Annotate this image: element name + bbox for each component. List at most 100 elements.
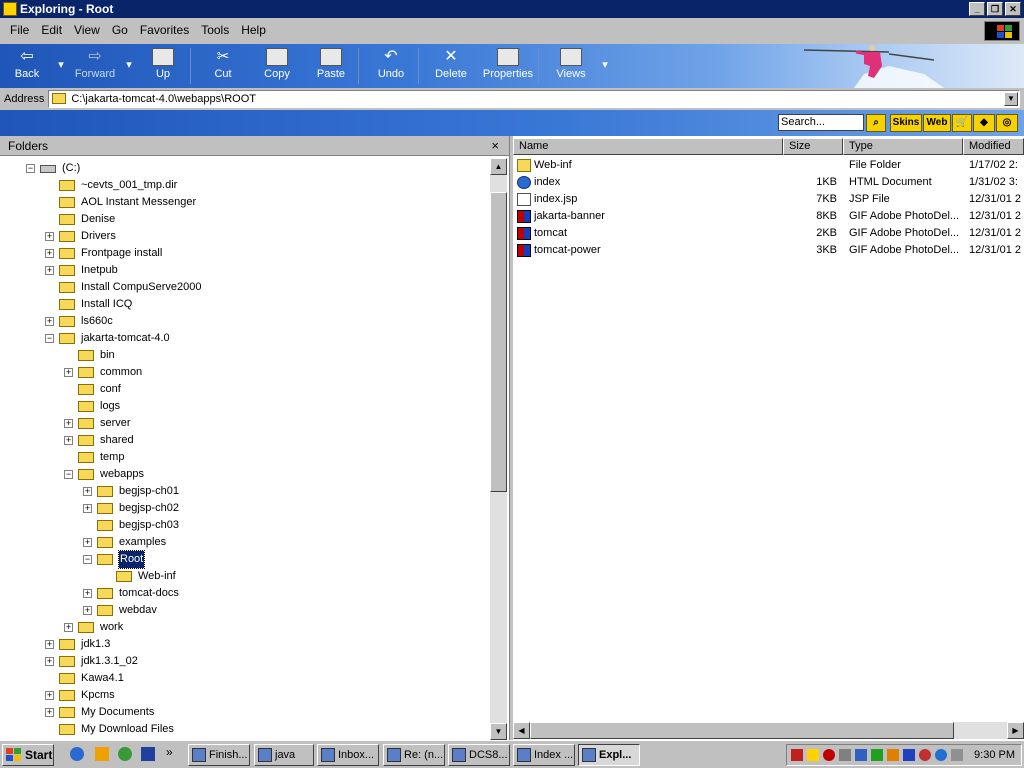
highlighter-icon[interactable]: ◆ [973, 114, 995, 132]
tree-item[interactable]: + webdav [0, 602, 488, 619]
show-desktop-icon[interactable] [95, 747, 109, 761]
column-name[interactable]: Name [513, 138, 783, 155]
scroll-down-button[interactable]: ▼ [490, 723, 507, 740]
menu-file[interactable]: File [4, 20, 35, 42]
taskbar-button[interactable]: java [254, 744, 314, 766]
views-button[interactable]: Views [544, 44, 598, 88]
tree-item[interactable]: + common [0, 364, 488, 381]
copy-button[interactable]: Copy [250, 44, 304, 88]
expand-icon[interactable]: + [45, 657, 54, 666]
tree-item[interactable]: − jakarta-tomcat-4.0 [0, 330, 488, 347]
taskbar-button[interactable]: Index ... [513, 744, 575, 766]
tree-item[interactable]: + server [0, 415, 488, 432]
restore-button[interactable]: ❐ [987, 2, 1003, 16]
collapse-icon[interactable]: − [83, 555, 92, 564]
minimize-button[interactable]: _ [969, 2, 985, 16]
menu-favorites[interactable]: Favorites [134, 20, 195, 42]
tree-item[interactable]: My Download Files [0, 721, 488, 738]
tree-item[interactable]: + tomcat-docs [0, 585, 488, 602]
paste-button[interactable]: Paste [304, 44, 358, 88]
tree-item[interactable]: + Drivers [0, 228, 488, 245]
menu-go[interactable]: Go [106, 20, 134, 42]
skins-button[interactable]: Skins [890, 114, 922, 132]
files-hscrollbar[interactable]: ◀ ▶ [513, 722, 1024, 739]
taskbar-button[interactable]: Finish... [188, 744, 250, 766]
expand-icon[interactable]: + [45, 708, 54, 717]
scroll-left-button[interactable]: ◀ [513, 722, 530, 739]
file-row[interactable]: tomcat-power 3KB GIF Adobe PhotoDel... 12/3… [513, 242, 1024, 259]
tree-item[interactable]: logs [0, 398, 488, 415]
close-button[interactable]: ✕ [1005, 2, 1021, 16]
web-button[interactable]: Web [923, 114, 951, 132]
tree-item[interactable]: + jdk1.3 [0, 636, 488, 653]
folders-scrollbar[interactable]: ▲ ▼ [490, 158, 507, 740]
undo-button[interactable]: ↶ Undo [364, 44, 418, 88]
expand-icon[interactable]: + [83, 504, 92, 513]
expand-icon[interactable]: + [64, 623, 73, 632]
ie-quicklaunch-icon[interactable] [70, 747, 84, 761]
delete-button[interactable]: ✕ Delete [424, 44, 478, 88]
expand-icon[interactable]: + [83, 538, 92, 547]
back-button[interactable]: ⇦ Back [0, 44, 54, 88]
tree-item[interactable]: Install CompuServe2000 [0, 279, 488, 296]
taskbar-button[interactable]: Re: (n... [383, 744, 445, 766]
expand-icon[interactable]: + [45, 691, 54, 700]
menu-help[interactable]: Help [235, 20, 272, 42]
tree-item[interactable]: + jdk1.3.1_02 [0, 653, 488, 670]
taskbar-button[interactable]: DCS8... [448, 744, 510, 766]
back-dropdown[interactable]: ▾ [54, 44, 68, 88]
column-size[interactable]: Size [783, 138, 843, 155]
expand-icon[interactable]: + [64, 419, 73, 428]
tree-item[interactable]: + examples [0, 534, 488, 551]
menu-edit[interactable]: Edit [35, 20, 68, 42]
file-row[interactable]: Web-inf File Folder 1/17/02 2: [513, 157, 1024, 174]
address-input[interactable]: C:\jakarta-tomcat-4.0\webapps\ROOT ▼ [48, 90, 1020, 108]
scroll-right-button[interactable]: ▶ [1007, 722, 1024, 739]
taskbar-button[interactable]: Expl... [578, 744, 640, 766]
expand-icon[interactable]: + [45, 232, 54, 241]
file-row[interactable]: tomcat 2KB GIF Adobe PhotoDel... 12/31/01 2 [513, 225, 1024, 242]
search-input[interactable]: Search... [778, 114, 864, 131]
forward-dropdown[interactable]: ▾ [122, 44, 136, 88]
up-button[interactable]: Up [136, 44, 190, 88]
tree-item[interactable]: + My Documents [0, 704, 488, 721]
tree-item[interactable]: + begjsp-ch02 [0, 500, 488, 517]
tree-item[interactable]: bin [0, 347, 488, 364]
tree-item[interactable]: Kawa4.1 [0, 670, 488, 687]
popup-blocker-icon[interactable]: ◎ [996, 114, 1018, 132]
tree-item[interactable]: begjsp-ch03 [0, 517, 488, 534]
tree-item[interactable]: Install ICQ [0, 296, 488, 313]
expand-icon[interactable]: + [83, 589, 92, 598]
tree-item[interactable]: + ls660c [0, 313, 488, 330]
expand-icon[interactable]: + [45, 640, 54, 649]
expand-icon[interactable]: + [45, 266, 54, 275]
tree-item[interactable]: + Inetpub [0, 262, 488, 279]
expand-icon[interactable]: + [64, 436, 73, 445]
expand-icon[interactable]: + [83, 606, 92, 615]
file-row[interactable]: index.jsp 7KB JSP File 12/31/01 2 [513, 191, 1024, 208]
tree-item[interactable]: − (C:) [0, 160, 488, 177]
properties-button[interactable]: Properties [478, 44, 538, 88]
column-type[interactable]: Type [843, 138, 963, 155]
file-row[interactable]: index 1KB HTML Document 1/31/02 3: [513, 174, 1024, 191]
cut-button[interactable]: ✂ Cut [196, 44, 250, 88]
taskbar-button[interactable]: Inbox... [317, 744, 379, 766]
expand-icon[interactable]: + [64, 368, 73, 377]
tree-item[interactable]: ~cevts_001_tmp.dir [0, 177, 488, 194]
tree-item[interactable]: conf [0, 381, 488, 398]
address-dropdown-button[interactable]: ▼ [1004, 92, 1018, 106]
tree-item[interactable]: + work [0, 619, 488, 636]
tree-item[interactable]: temp [0, 449, 488, 466]
tree-item[interactable]: − Root [0, 550, 488, 569]
tree-item[interactable]: + begjsp-ch01 [0, 483, 488, 500]
tree-item[interactable]: + Frontpage install [0, 245, 488, 262]
search-go-icon[interactable]: ⌕ [866, 114, 886, 132]
start-button[interactable]: Start [2, 744, 54, 766]
tree-item[interactable]: AOL Instant Messenger [0, 194, 488, 211]
tree-item[interactable]: + Kpcms [0, 687, 488, 704]
expand-icon[interactable]: + [45, 249, 54, 258]
views-dropdown[interactable]: ▾ [598, 44, 612, 88]
scroll-up-button[interactable]: ▲ [490, 158, 507, 175]
collapse-icon[interactable]: − [64, 470, 73, 479]
shopping-cart-icon[interactable]: 🛒 [952, 114, 972, 132]
